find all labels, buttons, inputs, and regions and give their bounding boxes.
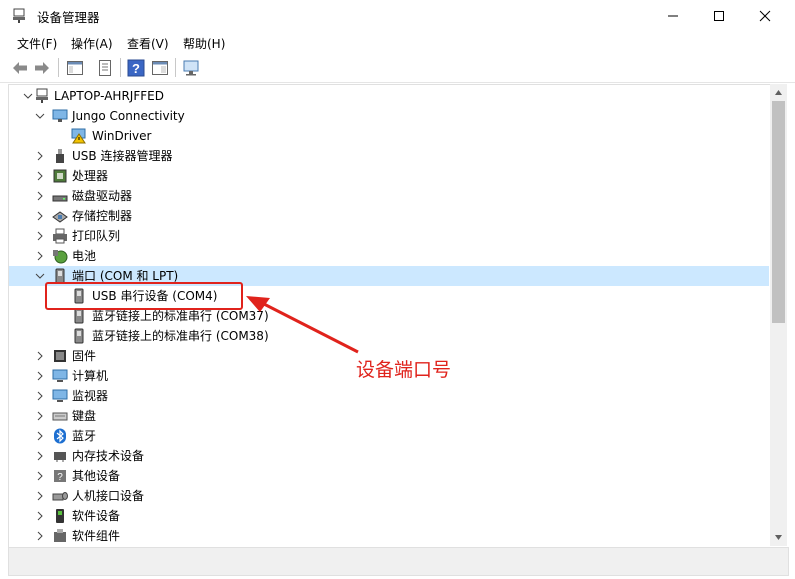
chevron-right-icon[interactable] xyxy=(35,251,45,261)
bluetooth-icon xyxy=(54,428,66,444)
hid-icon xyxy=(52,492,68,501)
chevron-down-icon[interactable] xyxy=(35,111,45,121)
scroll-down-icon[interactable] xyxy=(774,533,783,542)
tree-item[interactable]: ? 其他设备 xyxy=(9,466,769,486)
toolbar-separator xyxy=(120,58,121,77)
tree-root-label: LAPTOP-AHRJFFED xyxy=(54,89,164,103)
toolbar-separator xyxy=(58,58,59,77)
title-bar: 设备管理器 xyxy=(0,0,795,31)
device-tree[interactable]: LAPTOP-AHRJFFED Jungo Connectivity WinDr… xyxy=(8,84,771,548)
annotation-label: 设备端口号 xyxy=(356,359,452,381)
toolbar-separator xyxy=(175,58,176,77)
tree-item[interactable]: 内存技术设备 xyxy=(9,446,769,466)
computer-icon xyxy=(52,369,68,382)
tree-item[interactable]: 磁盘驱动器 xyxy=(9,186,769,206)
chevron-right-icon[interactable] xyxy=(35,191,45,201)
scan-hardware-icon[interactable] xyxy=(182,59,200,77)
menu-help[interactable]: 帮助(H) xyxy=(183,35,225,52)
minimize-icon xyxy=(668,15,678,16)
chevron-right-icon[interactable] xyxy=(35,351,45,361)
usb-connector-icon xyxy=(56,149,64,163)
tree-item[interactable]: Jungo Connectivity xyxy=(9,106,769,126)
tree-item[interactable]: 监视器 xyxy=(9,386,769,406)
close-icon xyxy=(759,10,771,21)
chevron-right-icon[interactable] xyxy=(35,431,45,441)
chevron-right-icon[interactable] xyxy=(35,371,45,381)
monitor-icon xyxy=(52,389,68,402)
warning-device-icon xyxy=(71,128,86,144)
chevron-right-icon[interactable] xyxy=(35,491,45,501)
firmware-icon xyxy=(54,350,66,362)
close-button[interactable] xyxy=(742,0,788,31)
computer-icon xyxy=(36,88,48,103)
maximize-button[interactable] xyxy=(696,0,742,31)
tree-item[interactable]: 键盘 xyxy=(9,406,769,426)
chevron-right-icon[interactable] xyxy=(35,151,45,161)
scrollbar-thumb[interactable] xyxy=(772,101,785,323)
tree-item[interactable]: 蓝牙 xyxy=(9,426,769,446)
chevron-right-icon[interactable] xyxy=(35,531,45,541)
window-title: 设备管理器 xyxy=(37,10,100,25)
port-icon xyxy=(74,308,84,324)
chevron-right-icon[interactable] xyxy=(35,451,45,461)
tree-item[interactable]: WinDriver xyxy=(9,126,769,146)
properties-icon[interactable] xyxy=(96,59,114,77)
maximize-icon xyxy=(714,10,724,21)
chevron-down-icon[interactable] xyxy=(23,91,33,101)
svg-text:?: ? xyxy=(57,472,63,483)
annotation-arrow-icon xyxy=(246,296,359,354)
back-icon[interactable] xyxy=(11,59,29,77)
memory-device-icon xyxy=(54,452,66,462)
port-icon xyxy=(74,328,84,344)
other-device-icon: ? xyxy=(54,470,66,483)
chevron-right-icon[interactable] xyxy=(35,391,45,401)
chevron-right-icon[interactable] xyxy=(35,411,45,421)
print-queue-icon xyxy=(53,228,67,244)
software-component-icon xyxy=(54,529,66,542)
svg-text:?: ? xyxy=(132,61,140,76)
menu-view[interactable]: 查看(V) xyxy=(127,35,169,52)
scroll-up-icon[interactable] xyxy=(774,88,783,97)
device-manager-app-icon xyxy=(13,8,25,23)
software-device-icon xyxy=(56,509,64,523)
disk-drive-icon xyxy=(52,195,68,202)
tree-root[interactable]: LAPTOP-AHRJFFED xyxy=(9,86,769,106)
chevron-down-icon[interactable] xyxy=(35,271,45,281)
tree-item[interactable]: 软件设备 xyxy=(9,506,769,526)
status-bar xyxy=(8,547,789,576)
chevron-right-icon[interactable] xyxy=(35,511,45,521)
tree-item[interactable]: 处理器 xyxy=(9,166,769,186)
menu-file[interactable]: 文件(F) xyxy=(17,35,57,52)
chevron-right-icon[interactable] xyxy=(35,471,45,481)
tree-item[interactable]: 存储控制器 xyxy=(9,206,769,226)
tree-item[interactable]: 打印队列 xyxy=(9,226,769,246)
show-hide-tree-icon[interactable] xyxy=(66,59,84,77)
menu-action[interactable]: 操作(A) xyxy=(71,35,113,52)
tree-item[interactable]: 电池 xyxy=(9,246,769,266)
forward-icon[interactable] xyxy=(33,59,51,77)
tree-item[interactable]: USB 连接器管理器 xyxy=(9,146,769,166)
battery-icon xyxy=(53,250,68,264)
minimize-button[interactable] xyxy=(650,0,696,31)
tree-item[interactable]: 软件组件 xyxy=(9,526,769,546)
tree-item[interactable]: 人机接口设备 xyxy=(9,486,769,506)
storage-controller-icon xyxy=(52,211,68,223)
keyboard-icon xyxy=(52,412,68,421)
processor-icon xyxy=(53,169,67,183)
chevron-right-icon[interactable] xyxy=(35,171,45,181)
network-adapter-icon xyxy=(52,109,68,122)
tree-item[interactable]: 蓝牙链接上的标准串行 (COM38) xyxy=(9,326,769,346)
highlight-box xyxy=(45,282,243,310)
action-pane-icon[interactable] xyxy=(151,59,169,77)
chevron-right-icon[interactable] xyxy=(35,211,45,221)
vertical-scrollbar[interactable] xyxy=(770,84,787,546)
help-icon[interactable]: ? xyxy=(127,59,145,77)
chevron-right-icon[interactable] xyxy=(35,231,45,241)
menu-bar: 文件(F) 操作(A) 查看(V) 帮助(H) xyxy=(0,31,795,53)
toolbar: ? xyxy=(0,53,795,83)
